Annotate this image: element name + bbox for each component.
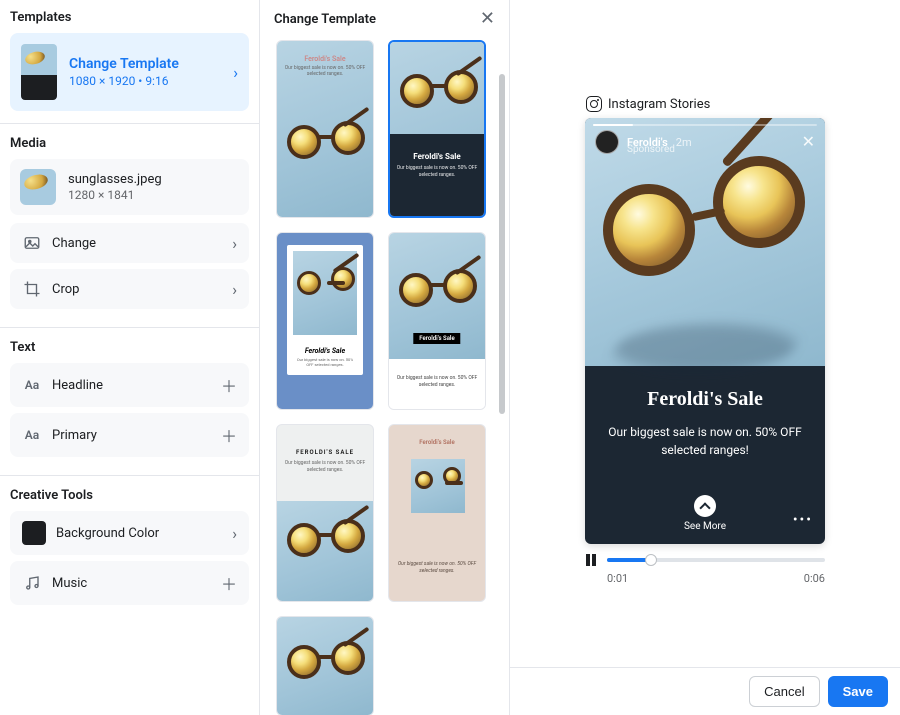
placement-label: Instagram Stories <box>586 96 710 112</box>
headline-button[interactable]: Aa Headline ＋ <box>10 363 249 407</box>
crop-media-label: Crop <box>52 282 222 297</box>
story-headline: Feroldi's Sale <box>605 388 805 411</box>
template-option-2[interactable]: Feroldi's Sale Our biggest sale is now on… <box>388 40 486 218</box>
time-current: 0:01 <box>607 572 628 585</box>
template-1-headline: Feroldi's Sale <box>277 55 373 63</box>
story-timestamp: 2m <box>676 136 692 149</box>
primary-text-label: Primary <box>52 428 211 443</box>
background-color-button[interactable]: Background Color › <box>10 511 249 555</box>
story-cta[interactable]: See More <box>585 495 825 532</box>
video-player: 0:01 0:06 <box>585 554 825 585</box>
template-option-7[interactable] <box>276 616 374 715</box>
media-filename: sunglasses.jpeg <box>68 172 162 187</box>
text-section: Text Aa Headline ＋ Aa Primary ＋ <box>0 340 259 476</box>
chevron-right-icon: › <box>232 234 237 253</box>
template-5-headline: FEROLDI'S SALE <box>277 449 373 456</box>
template-3-sub: Our biggest sale is now on. 50% OFF sele… <box>293 357 357 367</box>
close-icon[interactable]: ✕ <box>802 132 815 151</box>
template-4-sub: Our biggest sale is now on. 50% OFF sele… <box>389 359 485 409</box>
pause-button[interactable] <box>585 554 597 566</box>
close-icon[interactable]: ✕ <box>480 10 495 28</box>
story-sponsored-label: Sponsored <box>627 144 675 155</box>
template-option-6[interactable]: Feroldi's Sale Our biggest sale is now o… <box>388 424 486 602</box>
change-template-card[interactable]: Change Template 1080 × 1920 • 9:16 › <box>10 33 249 111</box>
instagram-icon <box>586 96 602 112</box>
preview-panel: Instagram Stories Feroldi's 2m Sponsored… <box>510 0 900 715</box>
scrubber-thumb[interactable] <box>645 554 657 566</box>
template-4-badge: Feroldi's Sale <box>413 333 460 344</box>
template-6-sub: Our biggest sale is now on. 50% OFF sele… <box>397 561 477 575</box>
primary-text-button[interactable]: Aa Primary ＋ <box>10 413 249 457</box>
templates-panel: Change Template ✕ Feroldi's Sale Our bigg… <box>260 0 510 715</box>
left-sidebar: Templates Change Template 1080 × 1920 • … <box>0 0 260 715</box>
template-5-sub: Our biggest sale is now on. 50% OFF sele… <box>277 460 373 474</box>
more-icon[interactable]: ••• <box>793 512 813 528</box>
template-card-title: Change Template <box>69 56 221 72</box>
template-card-subtitle: 1080 × 1920 • 9:16 <box>69 74 221 88</box>
music-icon <box>22 573 42 593</box>
story-preview: Feroldi's 2m Sponsored ✕ Feroldi's Sale … <box>585 118 825 544</box>
save-button[interactable]: Save <box>828 676 888 707</box>
media-dimensions: 1280 × 1841 <box>68 188 162 202</box>
crop-icon <box>22 279 42 299</box>
templates-scrollbar[interactable] <box>499 74 505 624</box>
crop-media-button[interactable]: Crop › <box>10 269 249 309</box>
text-icon: Aa <box>22 375 42 395</box>
change-media-button[interactable]: Change › <box>10 223 249 263</box>
story-cta-label: See More <box>585 521 825 532</box>
placement-text: Instagram Stories <box>608 97 710 112</box>
templates-grid[interactable]: Feroldi's Sale Our biggest sale is now on… <box>260 34 509 715</box>
change-media-label: Change <box>52 236 222 251</box>
chevron-right-icon: › <box>232 524 237 543</box>
template-2-sub: Our biggest sale is now on. 50% OFF sele… <box>390 165 484 179</box>
templates-section: Templates Change Template 1080 × 1920 • … <box>0 10 259 124</box>
story-body: Our biggest sale is now on. 50% OFF sele… <box>605 423 805 459</box>
background-color-label: Background Color <box>56 526 222 541</box>
story-avatar <box>595 130 619 154</box>
chevron-up-icon <box>694 495 716 517</box>
template-option-5[interactable]: FEROLDI'S SALE Our biggest sale is now on… <box>276 424 374 602</box>
color-swatch-icon <box>22 521 46 545</box>
template-2-headline: Feroldi's Sale <box>390 152 484 161</box>
footer: Cancel Save <box>510 667 900 715</box>
templates-title: Templates <box>10 10 249 25</box>
text-title: Text <box>10 340 249 355</box>
templates-panel-title: Change Template <box>274 12 376 27</box>
cancel-button[interactable]: Cancel <box>749 676 819 707</box>
template-option-1[interactable]: Feroldi's Sale Our biggest sale is now on… <box>276 40 374 218</box>
plus-icon: ＋ <box>221 423 237 447</box>
template-3-headline: Feroldi's Sale <box>293 347 357 355</box>
image-icon <box>22 233 42 253</box>
template-thumbnail <box>21 44 57 100</box>
plus-icon: ＋ <box>221 373 237 397</box>
music-button[interactable]: Music ＋ <box>10 561 249 605</box>
media-section: Media sunglasses.jpeg 1280 × 1841 Change… <box>0 136 259 328</box>
media-title: Media <box>10 136 249 151</box>
text-icon: Aa <box>22 425 42 445</box>
template-6-headline: Feroldi's Sale <box>389 439 485 446</box>
chevron-right-icon: › <box>233 63 238 82</box>
creative-tools-section: Creative Tools Background Color › Music … <box>0 488 259 623</box>
media-thumbnail <box>20 169 56 205</box>
music-label: Music <box>52 576 211 591</box>
template-option-4[interactable]: Feroldi's Sale Our biggest sale is now o… <box>388 232 486 410</box>
scrubber-track[interactable] <box>607 558 825 562</box>
time-total: 0:06 <box>804 572 825 585</box>
plus-icon: ＋ <box>221 571 237 595</box>
template-1-sub: Our biggest sale is now on. 50% OFF sele… <box>277 65 373 77</box>
template-option-3[interactable]: Feroldi's Sale Our biggest sale is now on… <box>276 232 374 410</box>
headline-label: Headline <box>52 378 211 393</box>
media-file-card[interactable]: sunglasses.jpeg 1280 × 1841 <box>10 159 249 215</box>
creative-tools-title: Creative Tools <box>10 488 249 503</box>
chevron-right-icon: › <box>232 280 237 299</box>
